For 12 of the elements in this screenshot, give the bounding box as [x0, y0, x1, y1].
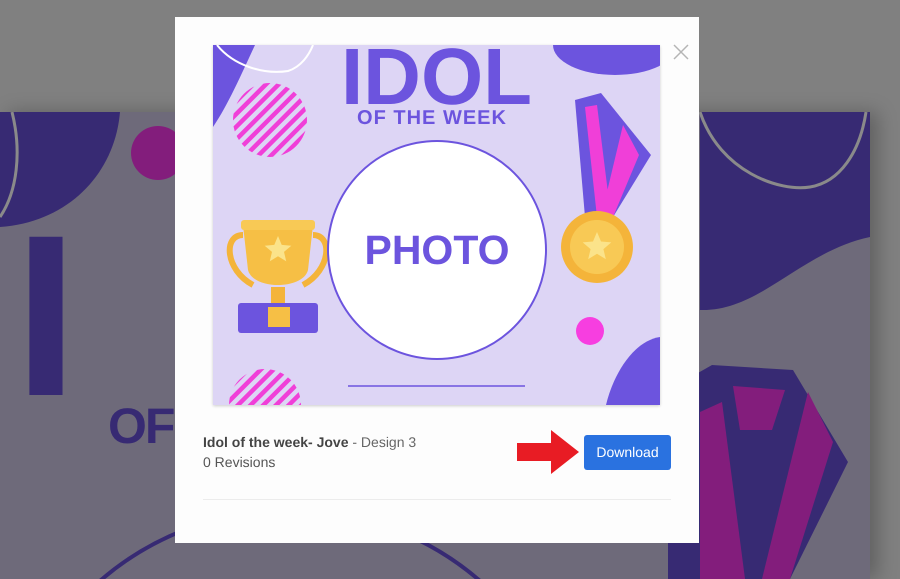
- backdrop-subtitle: OF: [108, 401, 174, 451]
- close-icon[interactable]: [673, 44, 689, 60]
- revision-count: 0 Revisions: [203, 453, 276, 472]
- design-title: IDOL: [340, 47, 532, 107]
- backdrop-title: I: [14, 201, 88, 431]
- design-name: Idol of the week- Jove - Design 3: [203, 433, 418, 452]
- download-button[interactable]: Download: [584, 434, 671, 470]
- pointer-arrow: [517, 430, 579, 474]
- photo-label: PHOTO: [364, 230, 510, 270]
- dot-shape: [576, 317, 604, 345]
- design-subtitle: OF THE WEEK: [357, 108, 507, 128]
- blob-shape: [606, 337, 660, 405]
